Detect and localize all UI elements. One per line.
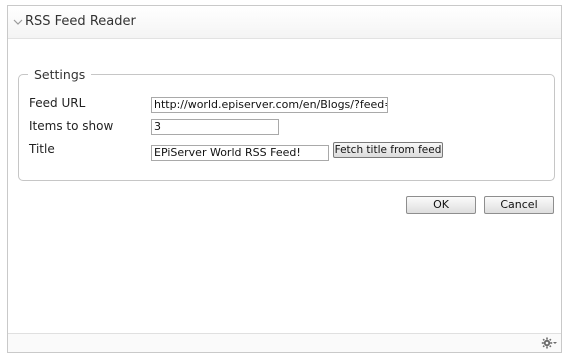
gadget-title: RSS Feed Reader [25,14,136,29]
feed-url-label: Feed URL [29,96,86,110]
fetch-title-button[interactable]: Fetch title from feed [333,142,443,158]
items-to-show-label: Items to show [29,119,114,133]
cancel-button[interactable]: Cancel [484,196,554,214]
gadget-footer [8,333,561,352]
gadget-title-bar: RSS Feed Reader [8,6,561,39]
gear-icon[interactable] [541,336,557,350]
ok-button[interactable]: OK [406,196,476,214]
feed-url-input[interactable]: http://world.episerver.com/en/Blogs/?fee… [151,97,388,113]
title-label: Title [29,142,55,156]
settings-legend: Settings [34,67,86,82]
chevron-down-icon[interactable] [12,16,24,28]
items-to-show-input[interactable]: 3 [151,119,279,135]
rss-feed-reader-gadget: RSS Feed Reader Settings Feed URL http:/… [7,5,562,353]
title-input[interactable]: EPiServer World RSS Feed! [151,145,329,161]
